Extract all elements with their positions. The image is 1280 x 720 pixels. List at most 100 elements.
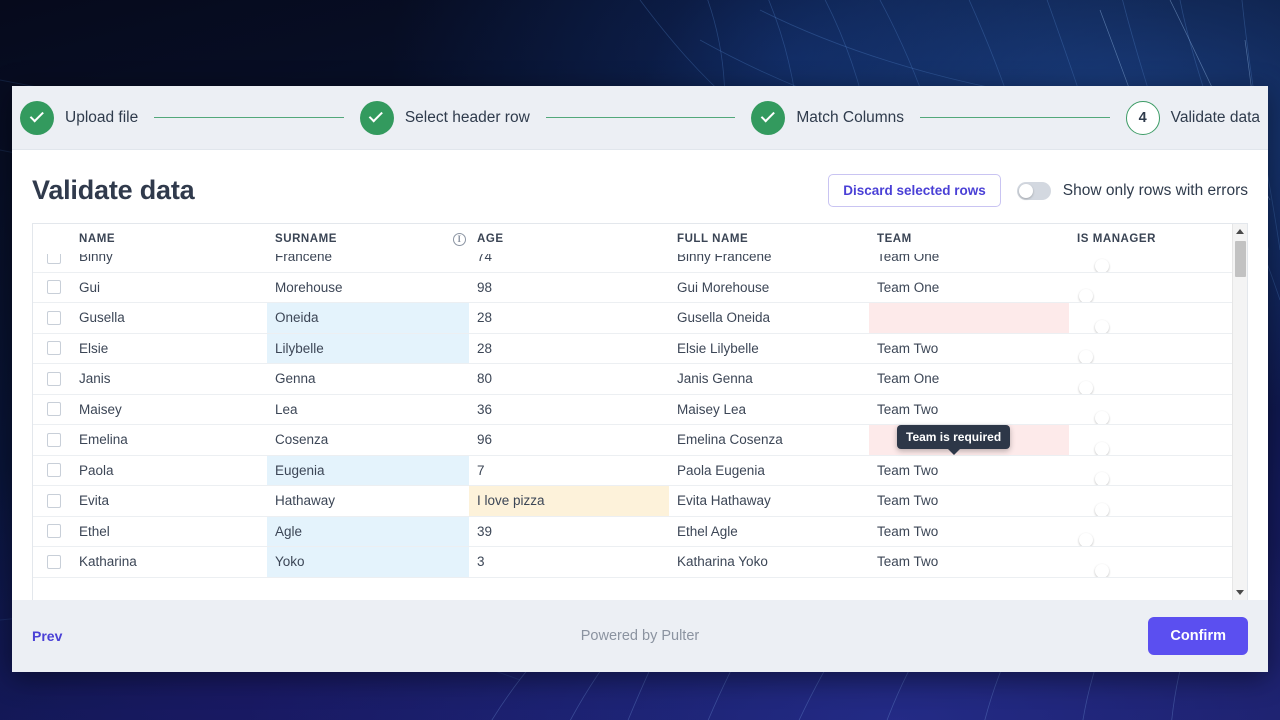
step-upload-file[interactable]: Upload file	[20, 100, 138, 135]
cell-name[interactable]: Janis	[71, 363, 267, 395]
row-checkbox[interactable]	[47, 432, 61, 447]
scroll-up-arrow-icon[interactable]	[1232, 224, 1247, 239]
cell-team[interactable]: Team Two	[869, 516, 1069, 547]
cell-team[interactable]: Team Two	[869, 485, 1069, 517]
cell-is-manager[interactable]	[1069, 333, 1247, 364]
cell-surname[interactable]: Lea	[267, 394, 469, 425]
table-row[interactable]: Janis Genna 80 Janis Genna Team One	[33, 363, 1247, 395]
confirm-button[interactable]: Confirm	[1148, 617, 1248, 655]
table-row[interactable]: Maisey Lea 36 Maisey Lea Team Two	[33, 394, 1247, 425]
table-row[interactable]: Ethel Agle 39 Ethel Agle Team Two	[33, 516, 1247, 547]
cell-is-manager[interactable]	[1069, 272, 1247, 303]
table-row[interactable]: Evita Hathaway I love pizza Evita Hathaway T…	[33, 485, 1247, 517]
info-icon[interactable]: i	[453, 232, 466, 246]
cell-is-manager[interactable]	[1069, 363, 1247, 395]
column-header-age[interactable]: AGE	[469, 224, 669, 255]
cell-full-name[interactable]: Katharina Yoko	[669, 546, 869, 578]
cell-full-name[interactable]: Gui Morehouse	[669, 272, 869, 303]
cell-team[interactable]: Team Two	[869, 394, 1069, 425]
table-row[interactable]: Paola Eugenia 7 Paola Eugenia Team Two	[33, 455, 1247, 486]
cell-name[interactable]: Gui	[71, 272, 267, 303]
cell-surname[interactable]: Morehouse	[267, 272, 469, 303]
header-select-all[interactable]	[33, 224, 71, 255]
cell-full-name[interactable]: Ethel Agle	[669, 516, 869, 547]
cell-surname[interactable]: Cosenza	[267, 424, 469, 456]
cell-surname[interactable]: Oneida	[267, 302, 469, 334]
cell-name[interactable]: Emelina	[71, 424, 267, 456]
cell-full-name[interactable]: Maisey Lea	[669, 394, 869, 425]
cell-age[interactable]: 7	[469, 455, 669, 486]
column-header-full-name[interactable]: FULL NAME	[669, 224, 869, 255]
table-row[interactable]: Elsie Lilybelle 28 Elsie Lilybelle Team Two	[33, 333, 1247, 364]
cell-surname[interactable]: Yoko	[267, 546, 469, 578]
cell-team[interactable]: Team Two	[869, 546, 1069, 578]
row-checkbox-cell[interactable]	[33, 424, 71, 456]
cell-is-manager[interactable]	[1069, 394, 1247, 425]
cell-age[interactable]: 28	[469, 302, 669, 334]
row-checkbox[interactable]	[47, 371, 61, 386]
row-checkbox[interactable]	[47, 280, 61, 295]
row-checkbox[interactable]	[47, 341, 61, 356]
row-checkbox-cell[interactable]	[33, 516, 71, 547]
cell-full-name[interactable]: Gusella Oneida	[669, 302, 869, 334]
cell-is-manager[interactable]	[1069, 455, 1247, 486]
row-checkbox-cell[interactable]	[33, 333, 71, 364]
cell-team[interactable]	[869, 302, 1069, 334]
cell-age[interactable]: 28	[469, 333, 669, 364]
cell-name[interactable]: Evita	[71, 485, 267, 517]
cell-surname[interactable]: Genna	[267, 363, 469, 395]
step-match-columns[interactable]: Match Columns	[751, 100, 904, 135]
row-checkbox[interactable]	[47, 554, 61, 569]
discard-selected-rows-button[interactable]: Discard selected rows	[828, 174, 1001, 207]
column-header-team[interactable]: TEAM	[869, 224, 1069, 255]
cell-team[interactable]: Team One	[869, 272, 1069, 303]
cell-name[interactable]: Katharina	[71, 546, 267, 578]
row-checkbox-cell[interactable]	[33, 394, 71, 425]
cell-age[interactable]: I love pizza	[469, 485, 669, 517]
cell-surname[interactable]: Lilybelle	[267, 333, 469, 364]
step-validate-data[interactable]: 4 Validate data	[1125, 100, 1260, 135]
cell-name[interactable]: Ethel	[71, 516, 267, 547]
scroll-down-arrow-icon[interactable]	[1232, 585, 1247, 600]
cell-age[interactable]: 36	[469, 394, 669, 425]
table-row[interactable]: Katharina Yoko 3 Katharina Yoko Team Two	[33, 546, 1247, 578]
column-header-name[interactable]: NAME	[71, 224, 267, 255]
cell-is-manager[interactable]	[1069, 424, 1247, 456]
cell-name[interactable]: Gusella	[71, 302, 267, 334]
cell-full-name[interactable]: Evita Hathaway	[669, 485, 869, 517]
cell-is-manager[interactable]	[1069, 516, 1247, 547]
row-checkbox-cell[interactable]	[33, 546, 71, 578]
cell-team[interactable]: Team One	[869, 363, 1069, 395]
cell-team[interactable]: Team Two	[869, 455, 1069, 486]
cell-name[interactable]: Maisey	[71, 394, 267, 425]
prev-button[interactable]: Prev	[32, 628, 62, 644]
cell-is-manager[interactable]	[1069, 302, 1247, 334]
cell-is-manager[interactable]	[1069, 485, 1247, 517]
row-checkbox-cell[interactable]	[33, 363, 71, 395]
step-select-header-row[interactable]: Select header row	[359, 100, 530, 135]
cell-full-name[interactable]: Emelina Cosenza	[669, 424, 869, 456]
cell-full-name[interactable]: Janis Genna	[669, 363, 869, 395]
cell-surname[interactable]: Hathaway	[267, 485, 469, 517]
row-checkbox-cell[interactable]	[33, 272, 71, 303]
cell-full-name[interactable]: Paola Eugenia	[669, 455, 869, 486]
cell-name[interactable]: Paola	[71, 455, 267, 486]
cell-age[interactable]: 39	[469, 516, 669, 547]
row-checkbox-cell[interactable]	[33, 455, 71, 486]
cell-age[interactable]: 98	[469, 272, 669, 303]
cell-full-name[interactable]: Elsie Lilybelle	[669, 333, 869, 364]
cell-age[interactable]: 96	[469, 424, 669, 456]
table-vertical-scrollbar[interactable]	[1232, 224, 1247, 600]
data-table-scroll-area[interactable]: NAME SURNAME i AGE	[33, 224, 1247, 600]
row-checkbox-cell[interactable]	[33, 302, 71, 334]
cell-team[interactable]: Team Two	[869, 333, 1069, 364]
row-checkbox[interactable]	[47, 463, 61, 478]
row-checkbox[interactable]	[47, 310, 61, 325]
column-header-is-manager[interactable]: IS MANAGER	[1069, 224, 1247, 255]
scrollbar-track[interactable]	[1233, 239, 1248, 585]
cell-age[interactable]: 80	[469, 363, 669, 395]
row-checkbox-cell[interactable]	[33, 485, 71, 517]
table-row[interactable]: Gui Morehouse 98 Gui Morehouse Team One	[33, 272, 1247, 303]
cell-name[interactable]: Elsie	[71, 333, 267, 364]
column-header-surname[interactable]: SURNAME i	[267, 224, 469, 255]
